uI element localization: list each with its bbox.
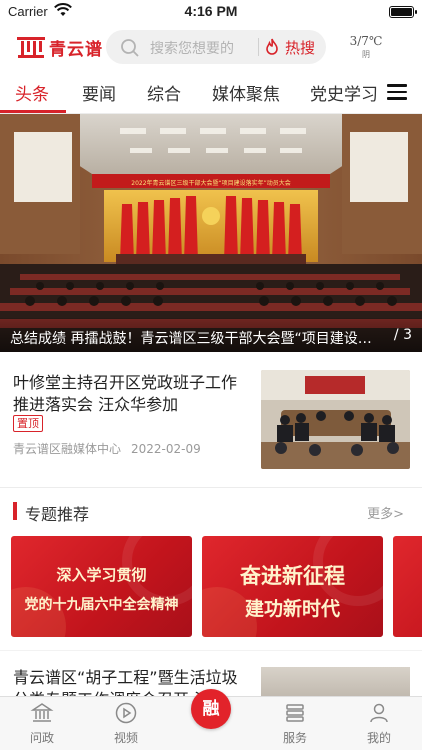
nav-item-video[interactable]: 视频 [96,701,156,746]
topic-carousel[interactable]: 深入学习贯彻 党的十九届六中全会精神 奋进新征程 建功新时代 [0,536,422,638]
news-meta: 青云谱区融媒体中心 2022-02-09 [13,440,201,457]
search-icon [120,38,140,62]
play-icon [114,701,138,725]
news-source: 青云谱区融媒体中心 [13,442,122,456]
tab-headlines[interactable]: 头条 [15,80,49,105]
nav-item-rong-center[interactable]: 融 [191,689,231,729]
tab-news[interactable]: 要闻 [82,80,116,105]
center-logo-label: 融 [202,699,220,719]
topic-card-line2: 建功新时代 [244,598,340,620]
tab-party-history[interactable]: 党史学习 [310,80,378,105]
bottom-tab-bar: 问政 视频 融 服务 我的 [0,689,422,750]
news-title: 叶修堂主持召开区党政班子工作推进落实会 汪众华参加 [13,373,238,414]
nav-label: 服务 [282,731,307,745]
topic-card[interactable]: 奋进新征程 建功新时代 [202,536,383,637]
nav-item-services[interactable]: 服务 [265,701,325,746]
more-topics-link[interactable]: 更多> [367,503,404,522]
nav-label: 视频 [113,731,138,745]
app-logo[interactable]: 青云谱 [15,32,103,62]
nav-label: 问政 [29,731,54,745]
list-icon [283,701,307,725]
news-thumbnail [261,370,410,469]
app-header: 青云谱 搜索您想要的 热搜 3/7℃ 阴 [0,24,422,70]
section-title: 专题推荐 [25,505,90,524]
fire-icon [264,38,280,60]
logo-text: 青云谱 [49,39,103,60]
topic-card-line1: 深入学习贯彻 [56,566,147,584]
clock: 4:16 PM [184,3,238,19]
logo-mark-icon [15,34,47,60]
topic-card-partial[interactable] [393,536,422,637]
carousel-caption-text: 总结成绩 再擂战鼓！青云谱区三级干部大会暨“项目建设落实年”动员大会召开 [10,331,376,347]
nav-item-profile[interactable]: 我的 [349,701,409,746]
tab-media-focus[interactable]: 媒体聚焦 [212,80,280,105]
search-bar[interactable]: 搜索您想要的 热搜 [106,30,326,64]
menu-icon[interactable] [387,84,407,100]
topic-card-line2: 党的十九届六中全会精神 [24,597,179,613]
carousel-caption: 总结成绩 再擂战鼓！青云谱区三级干部大会暨“项目建设落实年”动员大会召开 / 3 [0,318,422,352]
conference-hall-image: 2022年青云谱区三级干部大会暨“项目建设落实年”动员大会 [0,114,422,352]
weather-condition: 阴 [362,50,370,59]
tab-general[interactable]: 综合 [147,80,181,105]
search-placeholder: 搜索您想要的 [150,41,234,57]
category-tabs: 头条 要闻 综合 媒体聚焦 党史学习 [0,70,422,114]
stage-banner-text: 2022年青云谱区三级干部大会暨“项目建设落实年”动员大会 [131,179,291,187]
topics-section-header: 专题推荐 更多> [0,488,422,532]
topic-card-line1: 奋进新征程 [240,563,345,588]
topic-card[interactable]: 深入学习贯彻 党的十九届六中全会精神 [11,536,192,637]
bank-icon [30,701,54,725]
search-divider [258,38,259,56]
user-icon [367,701,391,725]
weather-widget[interactable]: 3/7℃ 阴 [346,34,386,60]
hot-search-button[interactable]: 热搜 [285,37,315,58]
pinned-badge: 置顶 [13,415,43,432]
active-tab-indicator [0,110,66,113]
carousel-pager: / 3 [393,327,412,343]
status-bar: Carrier 4:16 PM [0,0,422,24]
weather-temperature: 3/7℃ [349,34,383,48]
section-accent-bar [13,502,17,520]
news-list-item[interactable]: 叶修堂主持召开区党政班子工作推进落实会 汪众华参加 置顶 青云谱区融媒体中心 20… [0,352,422,488]
battery-icon [389,6,417,18]
headline-carousel[interactable]: 2022年青云谱区三级干部大会暨“项目建设落实年”动员大会 总结成绩 再擂战鼓！… [0,114,422,352]
news-date: 2022-02-09 [131,442,201,456]
nav-item-inquiry[interactable]: 问政 [12,701,72,746]
nav-label: 我的 [366,731,391,745]
